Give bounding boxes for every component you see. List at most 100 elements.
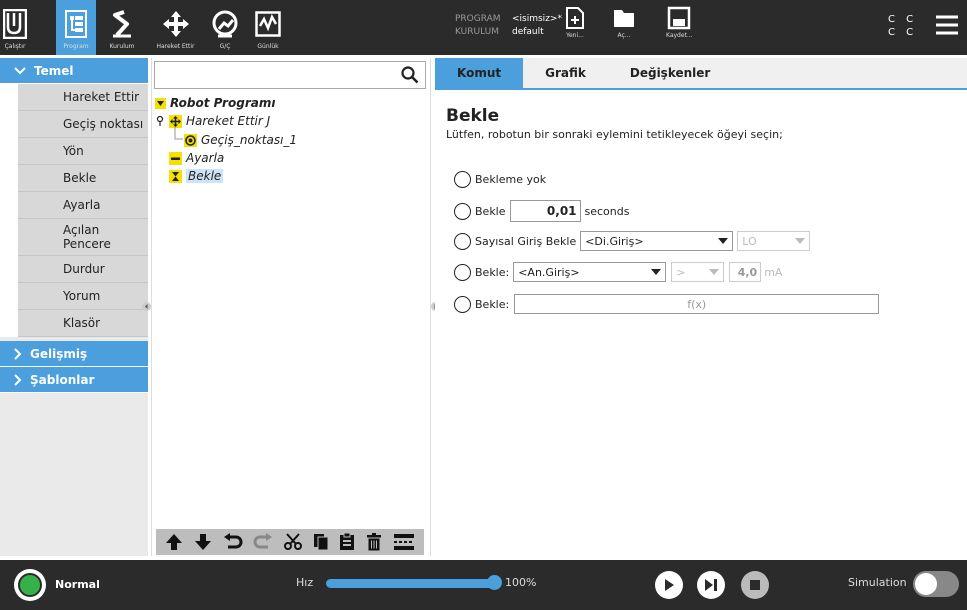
new-file-icon [566,7,584,29]
command-title: Bekle [446,106,500,126]
category-templates-label: Şablonlar [30,372,95,387]
speed-slider-track[interactable] [326,579,494,588]
analog-input-radio[interactable] [454,263,471,281]
digital-state-select: LO [737,231,811,251]
cc-line-1: C C [888,14,918,25]
digital-state-value: LO [742,234,757,248]
tree-search-input[interactable] [154,61,426,89]
sidebar-item-comment[interactable]: Yorum [18,283,148,310]
toggle-knob [915,573,937,595]
category-templates[interactable]: Şablonlar [0,367,148,393]
nav-move-label: Hareket Ettir [156,43,195,50]
new-file-button[interactable]: Yeni... [565,6,585,39]
expression-label: Bekle: [475,297,510,311]
simulation-toggle[interactable] [913,571,959,597]
tree-node-waypoint[interactable]: Geçiş_noktası_1 [184,133,297,147]
nav-program-button[interactable]: Program [56,0,96,55]
paste-icon[interactable] [339,533,355,551]
analog-operator-select: > [671,262,725,282]
stop-button[interactable] [741,571,769,599]
analog-unit: mA [764,265,783,279]
new-file-label: Yeni... [566,32,584,39]
hamburger-menu-icon [936,15,958,35]
command-tabs: Komut Grafik Değişkenler [435,58,967,90]
nav-io-button[interactable]: G/Ç [205,0,245,55]
delete-icon[interactable] [366,533,382,551]
wait-time-input[interactable]: 0,01 [509,200,581,222]
expression-radio[interactable] [454,295,471,313]
bottom-bar: Normal Hız 100% Simulation [0,560,967,610]
category-basic[interactable]: Temel [0,58,148,84]
simulation-label: Simulation [848,576,907,589]
sidebar-item-direction[interactable]: Yön [18,138,148,165]
sidebar-item-move[interactable]: Hareket Ettir [18,84,148,111]
sidebar-collapse-handle[interactable] [142,302,151,311]
no-wait-label: Bekleme yok [475,173,547,186]
ur-logo-icon [3,9,27,39]
nav-installation-button[interactable]: Kurulum [97,0,147,55]
tree-node-label: Hareket Ettir J [186,114,271,128]
move-down-icon[interactable] [194,533,212,551]
suppress-icon[interactable] [393,533,415,551]
tree-toolbar [156,529,424,555]
copy-icon[interactable] [313,533,329,551]
no-wait-radio[interactable] [454,171,471,188]
cut-icon[interactable] [283,533,302,551]
open-file-button[interactable]: Aç... [612,6,636,39]
menu-button[interactable] [934,12,960,38]
digital-input-select[interactable]: <Di.Giriş> [580,231,734,251]
move-up-icon[interactable] [165,533,183,551]
wait-time-radio[interactable] [454,202,471,220]
tab-command[interactable]: Komut [435,58,524,88]
speed-slider-handle[interactable] [487,575,502,590]
chevron-right-icon [14,373,22,386]
analog-value-input: 4,0 [729,262,762,282]
program-icon [65,10,87,38]
nav-log-button[interactable]: Günlük [248,0,288,55]
robot-arm-icon [113,10,131,38]
log-icon [255,11,281,37]
option-expression: Bekle: f(x) [454,294,880,314]
nav-move-button[interactable]: Hareket Ettir [148,0,203,55]
tree-connector-lines [174,127,183,140]
play-button[interactable] [655,571,683,599]
sidebar-item-waypoint[interactable]: Geçiş noktası [18,111,148,138]
category-advanced[interactable]: Gelişmiş [0,341,148,367]
speed-label: Hız [296,576,314,589]
robot-status-button[interactable] [14,569,46,601]
wait-time-label: Bekle [475,204,506,218]
save-file-button[interactable]: Kaydet... [666,6,693,39]
analog-input-select[interactable]: <An.Giriş> [513,262,667,282]
robot-status-label: Normal [55,578,100,591]
save-icon [668,6,691,30]
sidebar-item-label: Yön [63,144,84,158]
sidebar-item-label: Yorum [63,289,101,303]
digital-input-value: <Di.Giriş> [585,234,644,248]
caret-down-icon [709,269,720,275]
cc-line-2: C C [888,27,918,38]
program-tree-panel: Robot Programı Hareket Ettir J Geçiş_nok… [151,58,431,556]
open-file-label: Aç... [617,32,631,39]
step-button[interactable] [697,571,725,599]
program-info: PROGRAM <isimsiz>* KURULUM default [455,13,562,39]
stop-icon [750,580,760,590]
sidebar-item-set[interactable]: Ayarla [18,192,148,219]
expression-input[interactable]: f(x) [514,294,880,314]
sidebar-item-popup[interactable]: Açılan Pencere [18,219,148,256]
nav-run-button[interactable]: Çalıştır [0,0,30,55]
installation-name: default [512,27,544,37]
search-icon[interactable] [401,66,419,84]
redo-icon[interactable] [253,533,273,551]
sidebar-item-halt[interactable]: Durdur [18,256,148,283]
analog-value: 4,0 [737,265,758,279]
digital-input-radio[interactable] [454,232,471,250]
io-icon [212,10,238,38]
tab-graphics[interactable]: Grafik [523,58,608,88]
undo-icon[interactable] [223,533,243,551]
nav-installation-label: Kurulum [109,43,135,50]
sidebar-item-folder[interactable]: Klasör [18,310,148,337]
tab-variables[interactable]: Değişkenler [608,58,732,88]
chevron-down-icon [14,66,26,74]
sidebar-item-label: Ayarla [63,198,101,212]
sidebar-item-wait[interactable]: Bekle [18,165,148,192]
